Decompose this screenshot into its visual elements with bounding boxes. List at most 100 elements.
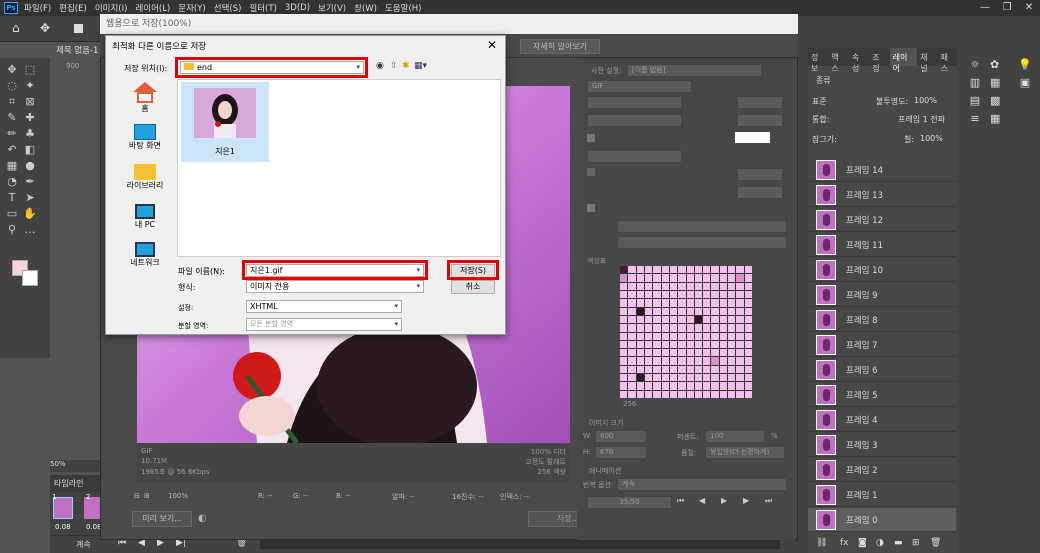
color-swatch[interactable] xyxy=(628,357,636,365)
color-swatch[interactable] xyxy=(711,332,719,340)
pen-icon[interactable]: ✒ xyxy=(21,174,39,190)
color-swatch[interactable] xyxy=(736,266,744,274)
color-swatch[interactable] xyxy=(711,340,719,349)
place-this-pc[interactable]: 내 PC xyxy=(114,204,176,230)
color-swatch[interactable] xyxy=(661,332,669,340)
color-swatch[interactable] xyxy=(620,374,628,382)
color-swatch[interactable] xyxy=(628,307,636,315)
color-swatch[interactable] xyxy=(644,357,653,365)
color-swatch[interactable] xyxy=(653,349,661,357)
color-swatch[interactable] xyxy=(744,290,752,299)
color-swatch[interactable] xyxy=(644,315,653,324)
color-swatch[interactable] xyxy=(661,282,669,290)
color-swatch[interactable] xyxy=(703,382,711,390)
learn-icon[interactable]: ▣ xyxy=(1012,76,1038,94)
format-select[interactable]: GIF xyxy=(587,80,692,93)
color-swatch[interactable] xyxy=(644,266,653,274)
color-swatch[interactable] xyxy=(644,374,653,382)
color-swatch[interactable] xyxy=(736,290,744,299)
type-icon[interactable]: T xyxy=(3,190,21,206)
color-swatch[interactable] xyxy=(636,307,644,315)
color-swatch[interactable] xyxy=(744,382,752,390)
home-icon[interactable]: ⌂ xyxy=(12,21,20,35)
color-swatch[interactable] xyxy=(686,382,694,390)
menu-edit[interactable]: 편집(E) xyxy=(59,2,87,14)
color-swatch[interactable] xyxy=(703,299,711,307)
dither-amount[interactable] xyxy=(737,114,783,127)
swatches-icon[interactable]: ▩ xyxy=(990,94,1010,112)
color-swatch[interactable] xyxy=(703,274,711,282)
color-swatch[interactable] xyxy=(628,315,636,324)
layer-row[interactable]: 프레임 8 xyxy=(808,308,956,332)
color-swatch[interactable] xyxy=(694,390,703,398)
color-swatch[interactable] xyxy=(711,365,719,374)
layer-row[interactable]: 프레임 11 xyxy=(808,233,956,257)
color-swatch[interactable] xyxy=(686,324,694,332)
color-swatch[interactable] xyxy=(653,382,661,390)
magic-wand-icon[interactable]: ✦ xyxy=(21,78,39,94)
trash-icon[interactable]: 🗑 xyxy=(930,538,941,548)
color-swatch[interactable] xyxy=(686,315,694,324)
move-tool-icon[interactable]: ✥ xyxy=(40,21,50,35)
color-swatch[interactable] xyxy=(711,382,719,390)
color-swatch[interactable] xyxy=(628,290,636,299)
color-swatch[interactable] xyxy=(744,365,752,374)
color-swatch[interactable] xyxy=(661,266,669,274)
color-swatch[interactable] xyxy=(636,324,644,332)
color-swatch[interactable] xyxy=(719,266,728,274)
color-swatch[interactable] xyxy=(694,357,703,365)
slices-select[interactable]: 모든 분할 영역 ▾ xyxy=(246,318,402,331)
document-tab[interactable]: 제목 없음-1 xyxy=(52,42,102,60)
color-swatch[interactable] xyxy=(703,340,711,349)
color-swatch[interactable] xyxy=(661,390,669,398)
color-swatch[interactable] xyxy=(644,349,653,357)
color-swatch[interactable] xyxy=(620,274,628,282)
color-swatch[interactable] xyxy=(636,299,644,307)
color-swatch[interactable] xyxy=(653,307,661,315)
color-swatch[interactable] xyxy=(736,390,744,398)
color-swatch[interactable] xyxy=(644,390,653,398)
color-swatch[interactable] xyxy=(636,374,644,382)
color-swatch[interactable] xyxy=(694,299,703,307)
color-swatch[interactable] xyxy=(728,290,736,299)
menu-view[interactable]: 보기(V) xyxy=(318,2,346,14)
menu-layer[interactable]: 레이어(L) xyxy=(135,2,170,14)
up-folder-icon[interactable]: ⇧ xyxy=(390,61,398,71)
color-swatch[interactable] xyxy=(653,315,661,324)
play-button-icon[interactable]: ▶ xyxy=(721,496,727,505)
color-swatch[interactable] xyxy=(661,290,669,299)
rectangle-icon[interactable]: ▭ xyxy=(3,206,21,222)
color-swatch[interactable] xyxy=(678,315,686,324)
dialog-close-icon[interactable]: ✕ xyxy=(487,38,497,52)
color-swatch[interactable] xyxy=(620,266,628,274)
color-swatch[interactable] xyxy=(678,374,686,382)
color-swatch[interactable] xyxy=(744,374,752,382)
layer-row[interactable]: 프레임 14 xyxy=(808,158,956,182)
sliders-icon[interactable]: ≡ xyxy=(960,112,990,130)
color-swatch[interactable] xyxy=(694,266,703,274)
zoom-minus-icon[interactable]: ⊟ xyxy=(134,492,140,500)
path-select-icon[interactable]: ➤ xyxy=(21,190,39,206)
color-swatch[interactable] xyxy=(744,282,752,290)
color-swatch[interactable] xyxy=(644,274,653,282)
color-swatch[interactable] xyxy=(711,282,719,290)
color-swatch[interactable] xyxy=(686,290,694,299)
color-swatch[interactable] xyxy=(736,315,744,324)
color-swatch[interactable] xyxy=(711,290,719,299)
color-swatch[interactable] xyxy=(669,390,678,398)
color-swatch[interactable] xyxy=(636,282,644,290)
reduction-select[interactable] xyxy=(587,96,682,109)
color-swatch[interactable] xyxy=(669,332,678,340)
color-swatch[interactable] xyxy=(719,374,728,382)
color-swatch[interactable] xyxy=(719,340,728,349)
menu-window[interactable]: 창(W) xyxy=(354,2,377,14)
color-swatch[interactable] xyxy=(661,274,669,282)
color-swatch[interactable] xyxy=(653,390,661,398)
color-swatch[interactable] xyxy=(669,290,678,299)
loop-select[interactable]: 계속 xyxy=(617,478,787,491)
adjustment-icon[interactable]: ◑ xyxy=(876,538,884,548)
color-swatch[interactable] xyxy=(678,340,686,349)
new-layer-icon[interactable]: ⊞ xyxy=(912,538,920,548)
color-swatch[interactable] xyxy=(620,290,628,299)
color-swatch[interactable] xyxy=(711,266,719,274)
